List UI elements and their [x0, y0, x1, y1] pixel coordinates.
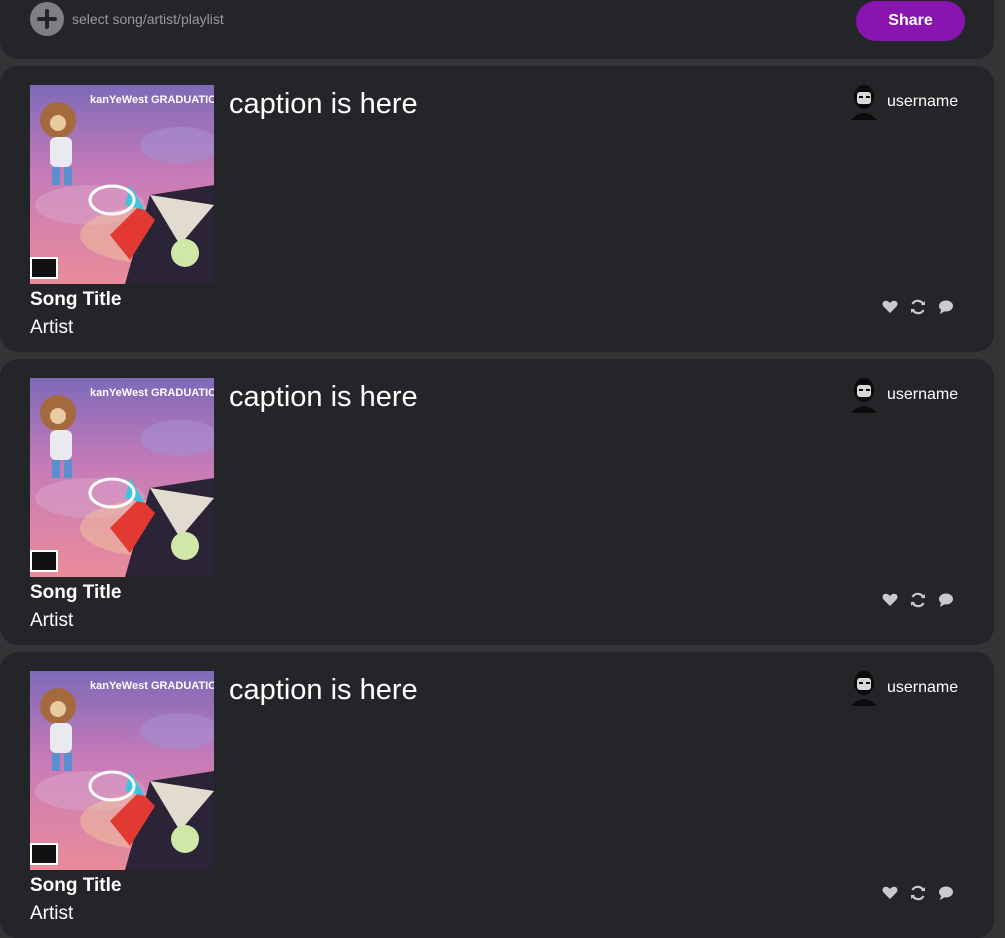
post-actions: [882, 592, 954, 610]
post-caption: caption is here: [229, 674, 418, 706]
post-caption: caption is here: [229, 88, 418, 120]
repost-icon[interactable]: [910, 885, 926, 901]
heart-icon[interactable]: [882, 592, 898, 608]
comment-icon[interactable]: [938, 299, 954, 315]
share-button[interactable]: Share: [856, 1, 965, 41]
repost-icon[interactable]: [910, 299, 926, 315]
user-avatar-icon[interactable]: [849, 377, 879, 413]
song-title[interactable]: Song Title: [30, 582, 121, 604]
post-card: kanYeWest GRADUATION caption is here use…: [0, 652, 994, 938]
album-cover[interactable]: kanYeWest GRADUATION: [30, 671, 214, 870]
plus-circle-icon[interactable]: [30, 2, 64, 36]
song-title[interactable]: Song Title: [30, 875, 121, 897]
post-caption: caption is here: [229, 381, 418, 413]
share-composer: Share: [0, 0, 994, 59]
user-avatar-icon[interactable]: [849, 670, 879, 706]
username-link[interactable]: username: [887, 93, 958, 111]
repost-icon[interactable]: [910, 592, 926, 608]
song-title[interactable]: Song Title: [30, 289, 121, 311]
artist-name[interactable]: Artist: [30, 317, 73, 339]
cover-text: kanYeWest GRADUATION: [90, 94, 214, 106]
comment-icon[interactable]: [938, 885, 954, 901]
cover-text: kanYeWest GRADUATION: [90, 387, 214, 399]
heart-icon[interactable]: [882, 885, 898, 901]
post-actions: [882, 885, 954, 903]
post-card: kanYeWest GRADUATION caption is here use…: [0, 66, 994, 352]
user-avatar-icon[interactable]: [849, 84, 879, 120]
artist-name[interactable]: Artist: [30, 903, 73, 925]
comment-icon[interactable]: [938, 592, 954, 608]
album-cover[interactable]: kanYeWest GRADUATION: [30, 85, 214, 284]
username-link[interactable]: username: [887, 386, 958, 404]
post-actions: [882, 299, 954, 317]
artist-name[interactable]: Artist: [30, 610, 73, 632]
album-cover[interactable]: kanYeWest GRADUATION: [30, 378, 214, 577]
post-card: kanYeWest GRADUATION caption is here use…: [0, 359, 994, 645]
heart-icon[interactable]: [882, 299, 898, 315]
song-search-input[interactable]: [72, 8, 472, 30]
